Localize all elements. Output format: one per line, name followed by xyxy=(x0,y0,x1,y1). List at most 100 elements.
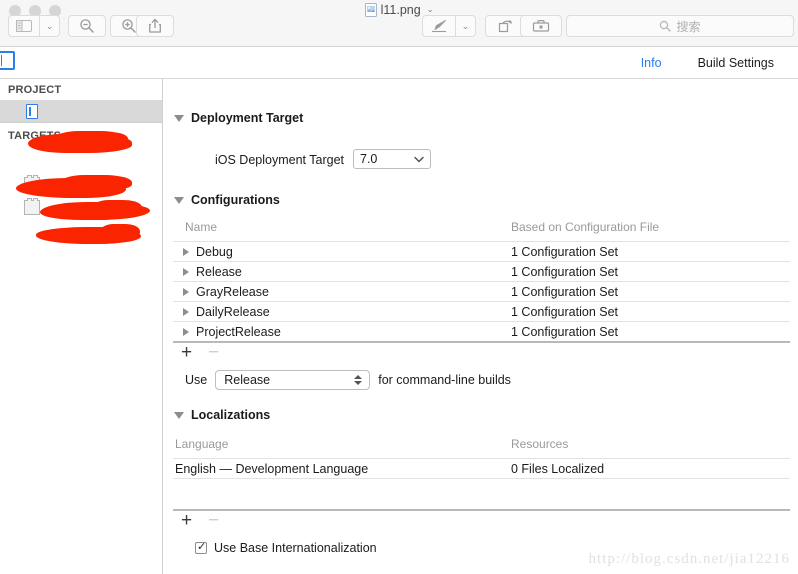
project-file-icon xyxy=(26,104,38,119)
target-bundle-icon xyxy=(24,175,40,192)
search-placeholder: 搜索 xyxy=(676,19,701,34)
config-name: Debug xyxy=(196,244,233,259)
preview-window: l11.png ⌄ ⌄ ⌄ 搜索 Info Build Settings PRO… xyxy=(0,0,798,574)
config-based-on: 1 Configuration Set xyxy=(511,264,619,279)
base-internationalization-label: Use Base Internationalization xyxy=(214,541,377,555)
title-chevron-down-icon[interactable]: ⌄ xyxy=(427,5,434,14)
config-based-on: 1 Configuration Set xyxy=(511,324,619,339)
command-line-configuration-value: Release xyxy=(224,373,271,387)
sidebar-item-project[interactable] xyxy=(0,100,162,123)
configurations-column-name: Name xyxy=(185,220,218,234)
watermark-text: http://blog.csdn.net/jia12216 xyxy=(588,551,790,567)
localization-add-remove-controls: + − xyxy=(181,511,219,530)
table-row[interactable]: ProjectRelease 1 Configuration Set xyxy=(181,322,790,341)
toolbox-icon xyxy=(532,20,550,32)
command-line-configuration-popup[interactable]: Release xyxy=(215,370,371,390)
table-row[interactable]: DailyRelease 1 Configuration Set xyxy=(181,302,790,321)
deployment-target-section[interactable]: Deployment Target xyxy=(174,111,303,125)
search-field[interactable]: 搜索 xyxy=(566,15,794,37)
combo-chevron-down-icon[interactable] xyxy=(414,150,424,168)
config-based-on: 1 Configuration Set xyxy=(511,244,619,259)
ios-deployment-target-combo[interactable]: 7.0 xyxy=(353,149,431,169)
localizations-section[interactable]: Localizations xyxy=(174,408,270,422)
project-targets-sidebar: PROJECT TARGETS xyxy=(0,79,163,574)
tab-build-settings[interactable]: Build Settings xyxy=(698,56,774,70)
add-localization-button[interactable]: + xyxy=(181,511,192,530)
table-row[interactable]: GrayRelease 1 Configuration Set xyxy=(181,282,790,301)
disclosure-triangle-icon[interactable] xyxy=(183,287,189,296)
table-row[interactable]: Release 1 Configuration Set xyxy=(181,262,790,281)
localizations-title: Localizations xyxy=(191,408,271,422)
disclosure-triangle-icon[interactable] xyxy=(174,114,184,122)
sidebar-icon xyxy=(16,20,33,32)
editor-tabs: Info Build Settings xyxy=(641,47,798,78)
targets-section-header: TARGETS xyxy=(8,130,62,142)
sidebar-chevron-down-icon[interactable]: ⌄ xyxy=(40,16,59,36)
disclosure-triangle-icon[interactable] xyxy=(183,267,189,276)
popup-updown-icon[interactable] xyxy=(354,375,363,385)
localizations-column-language: Language xyxy=(175,437,229,451)
share-button[interactable] xyxy=(136,15,174,37)
markup-button[interactable] xyxy=(423,16,455,36)
ios-deployment-target-label: iOS Deployment Target xyxy=(215,153,344,167)
editor-main: PROJECT TARGETS Deployment Target iOS De… xyxy=(0,79,798,574)
window-titlebar: l11.png ⌄ ⌄ ⌄ 搜索 xyxy=(0,0,798,47)
project-navigator-icon[interactable] xyxy=(0,51,15,70)
disclosure-triangle-icon[interactable] xyxy=(174,196,184,204)
disclosure-triangle-icon[interactable] xyxy=(183,327,189,336)
share-icon xyxy=(149,18,161,33)
toolbar: ⌄ ⌄ 搜索 xyxy=(0,15,798,45)
configurations-section[interactable]: Configurations xyxy=(174,193,280,207)
remove-configuration-button[interactable]: − xyxy=(208,343,219,362)
config-based-on: 1 Configuration Set xyxy=(511,304,619,319)
rotate-left-icon xyxy=(498,19,512,33)
configurations-column-based-on: Based on Configuration File xyxy=(511,220,660,234)
redaction-mark xyxy=(36,227,141,244)
configuration-add-remove-controls: + − xyxy=(181,343,219,362)
project-info-pane: Deployment Target iOS Deployment Target … xyxy=(163,79,798,574)
remove-localization-button[interactable]: − xyxy=(208,511,219,530)
base-internationalization-checkbox[interactable] xyxy=(195,540,207,554)
sidebar-item-target-1[interactable] xyxy=(0,150,162,173)
project-section-header: PROJECT xyxy=(8,84,62,96)
config-name: GrayRelease xyxy=(196,284,269,299)
localization-language: English — Development Language xyxy=(175,461,369,476)
sidebar-item-target-2[interactable] xyxy=(0,173,162,196)
markup-pen-icon xyxy=(431,20,446,33)
table-row[interactable]: Debug 1 Configuration Set xyxy=(181,242,790,261)
markup-chevron-down-icon[interactable]: ⌄ xyxy=(456,16,475,36)
search-icon xyxy=(660,20,672,32)
table-row[interactable]: English — Development Language 0 Files L… xyxy=(175,459,790,478)
tab-info[interactable]: Info xyxy=(641,56,662,70)
disclosure-triangle-icon[interactable] xyxy=(174,411,184,419)
ios-deployment-target-value: 7.0 xyxy=(360,152,378,166)
xcode-project-editor: Info Build Settings PROJECT TARGETS Depl… xyxy=(0,47,798,574)
localizations-column-resources: Resources xyxy=(511,437,569,451)
sidebar-view-control[interactable]: ⌄ xyxy=(8,15,60,37)
zoom-out-button[interactable] xyxy=(68,15,106,37)
command-line-suffix-label: for command-line builds xyxy=(378,373,511,387)
disclosure-triangle-icon[interactable] xyxy=(183,307,189,316)
image-canvas: Info Build Settings PROJECT TARGETS Depl… xyxy=(0,47,798,574)
table-row-empty[interactable] xyxy=(175,479,790,498)
markup-toolbox-button[interactable] xyxy=(520,15,562,37)
target-bundle-icon xyxy=(24,198,40,215)
redaction-mark xyxy=(100,224,140,239)
command-line-prefix-label: Use xyxy=(185,373,208,387)
config-name: ProjectRelease xyxy=(196,324,281,339)
zoom-in-icon xyxy=(122,19,136,33)
table-rule xyxy=(173,509,790,511)
config-name: Release xyxy=(196,264,242,279)
deployment-target-title: Deployment Target xyxy=(191,111,304,125)
base-internationalization-row[interactable]: Use Base Internationalization xyxy=(195,540,377,555)
config-based-on: 1 Configuration Set xyxy=(511,284,619,299)
markup-control[interactable]: ⌄ xyxy=(422,15,476,37)
editor-topbar: Info Build Settings xyxy=(0,47,798,79)
command-line-builds-row: Use Release for command-line builds xyxy=(185,370,511,390)
disclosure-triangle-icon[interactable] xyxy=(183,247,189,256)
add-configuration-button[interactable]: + xyxy=(181,343,192,362)
configurations-title: Configurations xyxy=(191,193,280,207)
config-name: DailyRelease xyxy=(196,304,270,319)
sidebar-view-button[interactable] xyxy=(9,16,39,36)
sidebar-item-target-3[interactable] xyxy=(0,196,162,219)
